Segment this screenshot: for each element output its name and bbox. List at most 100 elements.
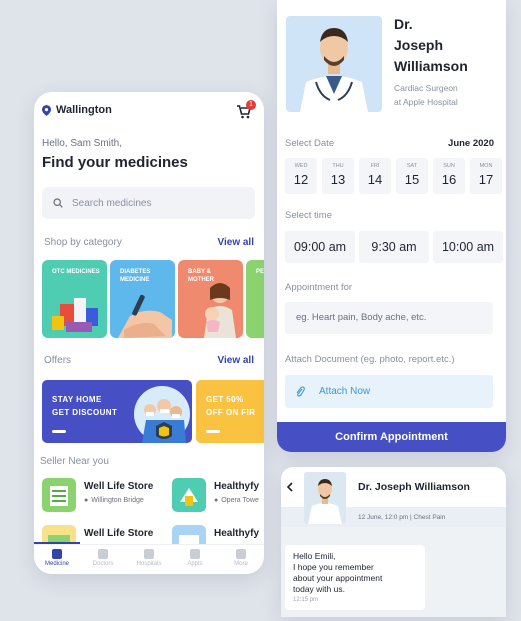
search-icon [53, 198, 63, 208]
nav-item-hospitals[interactable]: Hospitals [129, 549, 169, 574]
user-icon [236, 549, 246, 559]
appointment-for-label: Appointment for [285, 282, 353, 293]
offer-banner-stay-home[interactable]: STAY HOME GET DISCOUNT [42, 380, 192, 443]
offers-view-all-link[interactable]: View all [217, 355, 254, 366]
location-icon [144, 549, 154, 559]
doctor-role: Cardiac Surgeon at Apple Hospital [394, 82, 458, 109]
date-option[interactable]: WED 12 [285, 158, 317, 194]
cart-count-badge: 1 [246, 100, 256, 110]
offer-line-2: OFF ON FIR [206, 407, 256, 417]
nav-label: Appts [187, 561, 203, 567]
month-selector[interactable]: June 2020 [448, 138, 494, 149]
seller-name: Healthyfy [214, 528, 260, 539]
offers-section-title: Offers [44, 355, 72, 366]
date-option[interactable]: SUN 16 [433, 158, 465, 194]
nav-label: More [234, 561, 248, 567]
doctor-icon [98, 549, 108, 559]
doctor-specialty: Cardiac Surgeon [394, 83, 458, 93]
offer-text: GET 50% OFF ON FIR [206, 394, 255, 420]
doctor-name: Dr. Joseph Williamson [394, 14, 468, 77]
date-option[interactable]: FRI 14 [359, 158, 391, 194]
offer-banner-50-off[interactable]: GET 50% OFF ON FIR [196, 380, 264, 443]
attach-now-button[interactable]: Attach Now [285, 375, 493, 408]
doctor-avatar-illustration [308, 479, 342, 524]
date-weekday: SUN [443, 163, 455, 169]
date-option[interactable]: SAT 15 [396, 158, 428, 194]
store-thumbnail [172, 478, 206, 512]
seller-location: ● Opera Towe [214, 497, 259, 504]
paperclip-icon [296, 385, 305, 397]
pill-icon [52, 549, 62, 559]
category-section-title: Shop by category [44, 237, 122, 248]
offer-line-2: GET DISCOUNT [52, 407, 118, 417]
chat-doctor-name: Dr. Joseph Williamson [358, 481, 470, 493]
doctor-last-name: Williamson [394, 58, 468, 74]
back-arrow-icon[interactable] [286, 482, 294, 492]
page-title: Find your medicines [42, 154, 188, 171]
category-label: PE CA [256, 269, 264, 275]
category-card-baby-mother[interactable]: BABY & MOTHER [178, 260, 243, 338]
doctor-first-name: Joseph [394, 37, 444, 53]
nav-label: Doctors [92, 561, 114, 567]
date-weekday: WED [294, 163, 308, 169]
location-pin-icon [42, 104, 51, 116]
mother-baby-illustration [204, 283, 236, 338]
appointment-screen: Dr. Joseph Williamson Cardiac Surgeon at… [277, 0, 506, 452]
confirm-appointment-button[interactable]: Confirm Appointment [277, 422, 506, 452]
date-number: 17 [478, 172, 494, 187]
location-label: Wallington [56, 104, 112, 116]
date-weekday: MON [479, 163, 493, 169]
select-date-label: Select Date [285, 138, 335, 149]
nav-item-doctors[interactable]: Doctors [83, 549, 123, 574]
date-option[interactable]: THU 13 [322, 158, 354, 194]
location-pin-icon: ● [214, 497, 219, 504]
date-weekday: THU [332, 163, 344, 169]
date-number: 13 [330, 172, 346, 187]
date-weekday: SAT [406, 163, 418, 169]
medicine-boxes-illustration [52, 298, 98, 332]
date-number: 15 [404, 172, 420, 187]
doctor-portrait-illustration [300, 28, 368, 112]
offer-line-1: STAY HOME [52, 395, 102, 404]
nav-item-more[interactable]: More [221, 549, 261, 574]
doctor-avatar [304, 472, 346, 524]
time-option[interactable]: 9:30 am [359, 231, 429, 263]
date-option[interactable]: MON 17 [470, 158, 502, 194]
offer-text: STAY HOME GET DISCOUNT [52, 394, 117, 420]
search-placeholder: Search medicines [72, 197, 152, 209]
categories-view-all-link[interactable]: View all [217, 237, 254, 248]
nav-item-medicine[interactable]: Medicine [37, 549, 77, 574]
nav-label: Hospitals [136, 561, 162, 567]
family-masks-illustration [134, 386, 190, 443]
medicine-app-screen: Wallington 1 Hello, Sam Smith, Find your… [34, 92, 264, 574]
seller-location-text: Opera Towe [221, 497, 259, 504]
location-pin-icon: ● [84, 497, 89, 504]
glucose-test-illustration [118, 294, 172, 338]
message-bubble: Hello Emili, I hope you remember about y… [285, 545, 425, 610]
category-card-otc[interactable]: OTC MEDICINES [42, 260, 107, 338]
seller-name: Healthyfy [214, 481, 260, 492]
category-card-personal-care[interactable]: PE CA [246, 260, 264, 338]
date-number: 16 [441, 172, 457, 187]
time-option[interactable]: 09:00 am [285, 231, 355, 263]
date-weekday: FRI [370, 163, 380, 169]
seller-location: ● Willington Bridge [84, 497, 153, 504]
category-card-diabetes[interactable]: DIABETES MEDICINE [110, 260, 175, 338]
doctor-photo [286, 16, 382, 112]
bottom-nav: Medicine Doctors Hospitals Appts More [34, 544, 264, 574]
offer-line-1: GET 50% [206, 395, 244, 404]
search-input[interactable]: Search medicines [42, 187, 255, 219]
select-time-label: Select time [285, 210, 332, 221]
offer-indicator [206, 430, 220, 433]
nav-item-appts[interactable]: Appts [175, 549, 215, 574]
seller-name: Well Life Store [84, 528, 154, 539]
time-option[interactable]: 10:00 am [433, 231, 503, 263]
calendar-icon [190, 549, 200, 559]
seller-item[interactable]: Well Life Store ● Willington Bridge [42, 478, 153, 512]
seller-name: Well Life Store [84, 481, 154, 492]
chat-appointment-meta: 12 June, 12:0 pm | Chest Pain [358, 514, 446, 521]
location-selector[interactable]: Wallington [42, 104, 112, 116]
seller-item[interactable]: Healthyfy ● Opera Towe [172, 478, 259, 512]
appointment-for-input[interactable]: eg. Heart pain, Body ache, etc. [285, 302, 493, 334]
store-thumbnail [42, 478, 76, 512]
